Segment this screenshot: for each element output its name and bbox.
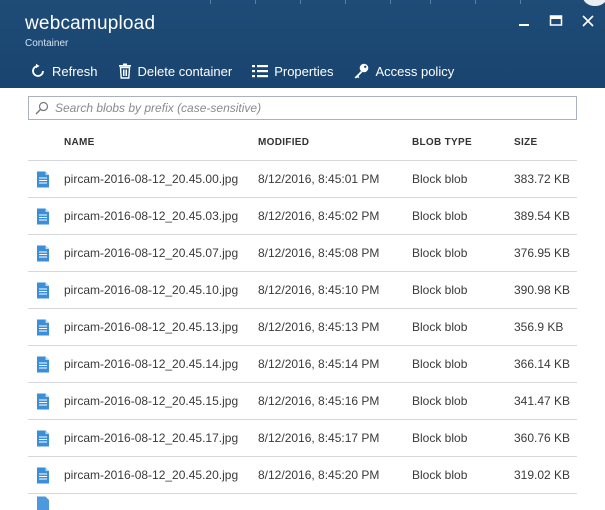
access-policy-label: Access policy (375, 63, 455, 79)
blob-name: pircam-2016-08-12_20.45.03.jpg (64, 209, 239, 223)
blob-size: 383.72 KB (514, 172, 571, 186)
blob-modified: 8/12/2016, 8:45:16 PM (258, 394, 380, 408)
page-title: webcamupload (25, 13, 156, 34)
blob-type: Block blob (412, 468, 468, 482)
column-header-name[interactable]: NAME (64, 137, 258, 148)
blob-type: Block blob (412, 283, 468, 297)
column-header-size[interactable]: SIZE (514, 137, 577, 148)
blob-name: pircam-2016-08-12_20.45.13.jpg (64, 320, 239, 334)
blade-header: webcamupload Container Refresh Delete co… (0, 0, 605, 88)
file-icon (28, 393, 64, 410)
access-policy-button[interactable]: Access policy (353, 63, 454, 79)
table-row[interactable]: pircam-2016-08-12_20.45.00.jpg 8/12/2016… (28, 161, 577, 198)
blob-size: 389.54 KB (514, 209, 571, 223)
command-bar: Refresh Delete container Properties Acce… (30, 58, 474, 84)
blob-name: pircam-2016-08-12_20.45.10.jpg (64, 283, 239, 297)
file-icon (28, 282, 64, 299)
blob-modified: 8/12/2016, 8:45:17 PM (258, 431, 380, 445)
blob-table: NAME MODIFIED BLOB TYPE SIZE pircam-2016… (28, 124, 577, 510)
blob-modified: 8/12/2016, 8:45:10 PM (258, 283, 380, 297)
blob-size: 356.9 KB (514, 320, 564, 334)
delete-container-button[interactable]: Delete container (118, 63, 233, 79)
search-box[interactable] (28, 96, 577, 120)
blob-type: Block blob (412, 320, 468, 334)
blob-size: 319.02 KB (514, 468, 571, 482)
table-row[interactable]: pircam-2016-08-12_20.45.14.jpg 8/12/2016… (28, 346, 577, 383)
file-icon (28, 319, 64, 336)
table-row[interactable]: pircam-2016-08-12_20.45.10.jpg 8/12/2016… (28, 272, 577, 309)
column-header-blob-type[interactable]: BLOB TYPE (412, 137, 514, 148)
table-row[interactable]: pircam-2016-08-12_20.45.07.jpg 8/12/2016… (28, 235, 577, 272)
delete-container-label: Delete container (137, 63, 233, 79)
page-subtitle: Container (25, 38, 69, 49)
refresh-button[interactable]: Refresh (30, 63, 98, 79)
blob-type: Block blob (412, 246, 468, 260)
table-header: NAME MODIFIED BLOB TYPE SIZE (28, 124, 577, 161)
refresh-label: Refresh (52, 63, 98, 79)
search-input[interactable] (55, 101, 555, 115)
maximize-icon (549, 15, 563, 26)
blob-type: Block blob (412, 209, 468, 223)
blob-modified: 8/12/2016, 8:45:01 PM (258, 172, 380, 186)
avatar (583, 0, 605, 6)
blob-name: pircam-2016-08-12_20.45.20.jpg (64, 468, 239, 482)
blob-type: Block blob (412, 357, 468, 371)
blob-size: 360.76 KB (514, 431, 571, 445)
minimize-button[interactable] (515, 12, 533, 30)
file-icon (28, 208, 64, 225)
table-row[interactable]: pircam-2016-08-12_20.45.15.jpg 8/12/2016… (28, 383, 577, 420)
blob-modified: 8/12/2016, 8:45:13 PM (258, 320, 380, 334)
close-button[interactable] (579, 12, 597, 30)
table-row[interactable]: pircam-2016-08-12_20.45.20.jpg 8/12/2016… (28, 457, 577, 494)
maximize-button[interactable] (547, 12, 565, 30)
blob-type: Block blob (412, 431, 468, 445)
blob-name: pircam-2016-08-12_20.45.00.jpg (64, 172, 239, 186)
blob-modified: 8/12/2016, 8:45:20 PM (258, 468, 380, 482)
file-icon (28, 245, 64, 262)
properties-label: Properties (274, 63, 334, 79)
blob-type: Block blob (412, 172, 468, 186)
key-icon (354, 63, 369, 79)
blob-type: Block blob (412, 394, 468, 408)
close-icon (582, 15, 594, 27)
blob-size: 341.47 KB (514, 394, 571, 408)
file-icon (28, 171, 64, 188)
blob-name: pircam-2016-08-12_20.45.17.jpg (64, 431, 239, 445)
blob-name: pircam-2016-08-12_20.45.07.jpg (64, 246, 239, 260)
blob-size: 366.14 KB (514, 357, 571, 371)
blob-modified: 8/12/2016, 8:45:08 PM (258, 246, 380, 260)
file-icon (28, 430, 64, 447)
window-controls (515, 12, 597, 30)
properties-button[interactable]: Properties (252, 64, 333, 79)
minimize-icon (519, 24, 529, 26)
blob-size: 390.98 KB (514, 283, 571, 297)
column-header-modified[interactable]: MODIFIED (258, 137, 412, 148)
file-icon (28, 356, 64, 373)
search-icon (35, 101, 49, 115)
file-icon (28, 467, 64, 484)
blob-modified: 8/12/2016, 8:45:02 PM (258, 209, 380, 223)
blob-modified: 8/12/2016, 8:45:14 PM (258, 357, 380, 371)
blob-name: pircam-2016-08-12_20.45.15.jpg (64, 394, 239, 408)
blob-size: 376.95 KB (514, 246, 571, 260)
table-body: pircam-2016-08-12_20.45.00.jpg 8/12/2016… (28, 161, 577, 494)
trash-icon (118, 63, 131, 79)
table-row[interactable]: pircam-2016-08-12_20.45.03.jpg 8/12/2016… (28, 198, 577, 235)
file-icon (28, 496, 64, 510)
refresh-icon (32, 63, 44, 77)
table-row-partial[interactable] (28, 494, 577, 510)
top-edge-tabs (0, 0, 605, 4)
list-icon (252, 65, 269, 78)
table-row[interactable]: pircam-2016-08-12_20.45.13.jpg 8/12/2016… (28, 309, 577, 346)
table-row[interactable]: pircam-2016-08-12_20.45.17.jpg 8/12/2016… (28, 420, 577, 457)
blob-name: pircam-2016-08-12_20.45.14.jpg (64, 357, 239, 371)
